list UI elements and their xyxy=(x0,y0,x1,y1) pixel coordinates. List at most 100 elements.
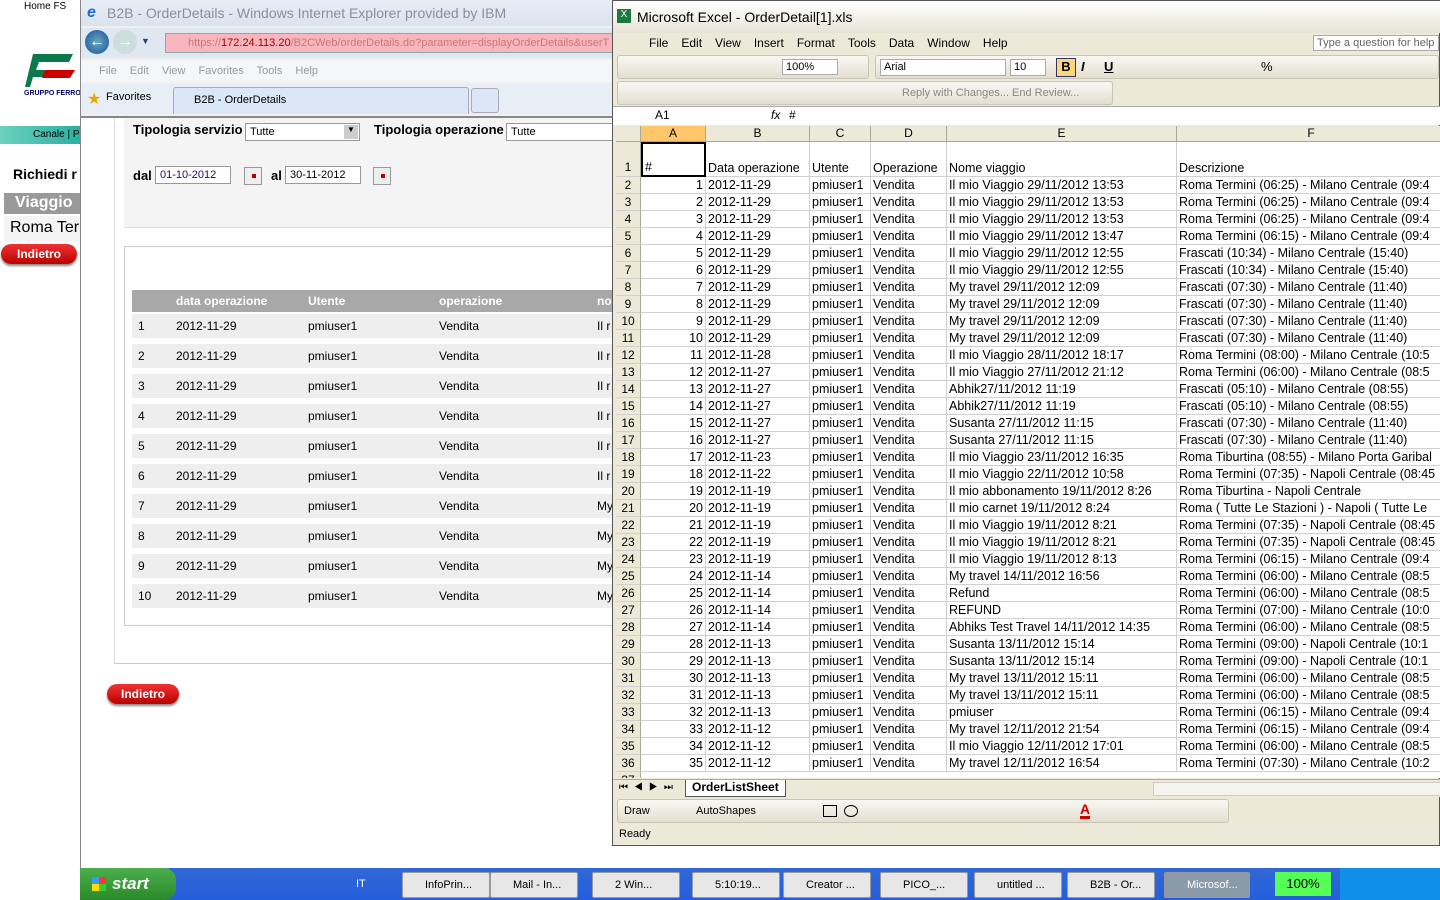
cell[interactable]: 2012-11-29 xyxy=(706,279,810,296)
row-header[interactable]: 19 xyxy=(616,466,641,483)
cell[interactable]: 9 xyxy=(641,313,706,330)
header-cell[interactable]: Nome viaggio xyxy=(947,142,1177,177)
taskbar-item[interactable]: 2 Win... xyxy=(592,872,680,898)
cell[interactable]: 2012-11-29 xyxy=(706,313,810,330)
autoshapes-menu[interactable]: AutoShapes xyxy=(696,805,756,817)
cell[interactable]: Il mio Viaggio 23/11/2012 16:35 xyxy=(947,449,1177,466)
cell[interactable]: Vendita xyxy=(871,432,947,449)
cell[interactable]: Vendita xyxy=(871,500,947,517)
cell[interactable]: pmiuser1 xyxy=(810,721,871,738)
indietro-button[interactable]: Indietro xyxy=(107,684,179,704)
cell[interactable]: 25 xyxy=(641,585,706,602)
cell[interactable]: Vendita xyxy=(871,415,947,432)
header-cell[interactable]: Operazione xyxy=(871,142,947,177)
cell[interactable]: pmiuser1 xyxy=(810,432,871,449)
help-search-input[interactable]: Type a question for help xyxy=(1313,35,1439,51)
indietro-button-bg[interactable]: Indietro xyxy=(1,244,77,264)
cell[interactable]: Roma Termini (06:00) - Milano Centrale (… xyxy=(1177,585,1440,602)
column-header-b[interactable]: B xyxy=(706,126,810,142)
cell[interactable]: pmiuser1 xyxy=(810,500,871,517)
cell[interactable]: 24 xyxy=(641,568,706,585)
cell[interactable]: pmiuser1 xyxy=(810,755,871,772)
row-header[interactable]: 15 xyxy=(616,398,641,415)
bold-button[interactable]: B xyxy=(1056,58,1076,77)
cell[interactable]: Vendita xyxy=(871,313,947,330)
column-header-e[interactable]: E xyxy=(947,126,1177,142)
cell[interactable]: pmiuser1 xyxy=(810,704,871,721)
cell[interactable]: 22 xyxy=(641,534,706,551)
cell[interactable]: 2012-11-19 xyxy=(706,500,810,517)
cell[interactable]: 2012-11-29 xyxy=(706,211,810,228)
history-dropdown-icon[interactable]: ▼ xyxy=(141,36,150,46)
excel-menu-window[interactable]: Window xyxy=(927,36,970,50)
cell[interactable]: Frascati (10:34) - Milano Centrale (15:4… xyxy=(1177,262,1440,279)
cell[interactable]: Vendita xyxy=(871,194,947,211)
taskbar-item[interactable]: Creator ... xyxy=(783,872,871,898)
cell[interactable]: 1 xyxy=(641,177,706,194)
cell[interactable]: Roma Termini (06:00) - Milano Centrale (… xyxy=(1177,568,1440,585)
cell[interactable]: Frascati (07:30) - Milano Centrale (11:4… xyxy=(1177,432,1440,449)
percent-button[interactable]: % xyxy=(1261,59,1273,74)
cell[interactable]: Vendita xyxy=(871,398,947,415)
spreadsheet-grid[interactable]: A B C D E F 1 # Data operazione Utente Operazione N… xyxy=(616,126,1440,778)
cell[interactable]: 2012-11-13 xyxy=(706,636,810,653)
cell[interactable]: pmiuser1 xyxy=(810,687,871,704)
font-select[interactable]: Arial xyxy=(880,59,1006,76)
cell[interactable]: Vendita xyxy=(871,296,947,313)
row-header[interactable]: 29 xyxy=(616,636,641,653)
excel-menu-insert[interactable]: Insert xyxy=(754,36,784,50)
row-header[interactable]: 8 xyxy=(616,279,641,296)
cell[interactable]: 18 xyxy=(641,466,706,483)
cell[interactable]: Vendita xyxy=(871,551,947,568)
cell[interactable]: Roma Termini (09:00) - Napoli Centrale (… xyxy=(1177,636,1440,653)
cell[interactable]: 2012-11-13 xyxy=(706,687,810,704)
cell[interactable]: My travel 29/11/2012 12:09 xyxy=(947,313,1177,330)
table-row[interactable]: 9 2012-11-29 pmiuser1 Vendita My xyxy=(132,554,613,578)
row-header[interactable]: 7 xyxy=(616,262,641,279)
cell[interactable]: Vendita xyxy=(871,619,947,636)
cell[interactable]: Vendita xyxy=(871,228,947,245)
cell[interactable]: 30 xyxy=(641,670,706,687)
cell[interactable]: Roma Termini (06:15) - Milano Centrale (… xyxy=(1177,704,1440,721)
cell[interactable]: My travel 12/11/2012 21:54 xyxy=(947,721,1177,738)
cell[interactable]: 6 xyxy=(641,262,706,279)
cell[interactable]: My travel 13/11/2012 15:11 xyxy=(947,670,1177,687)
row-header[interactable]: 14 xyxy=(616,381,641,398)
table-row[interactable]: 7 2012-11-29 pmiuser1 Vendita My xyxy=(132,494,613,518)
taskbar-item[interactable]: Mail - In... xyxy=(490,872,578,898)
column-header-d[interactable]: D xyxy=(871,126,947,142)
horizontal-scrollbar[interactable] xyxy=(1153,782,1440,796)
cell[interactable]: Roma Termini (07:00) - Milano Centrale (… xyxy=(1177,602,1440,619)
forward-icon[interactable]: → xyxy=(113,30,137,54)
table-row[interactable]: 10 2012-11-29 pmiuser1 Vendita My xyxy=(132,584,613,608)
calendar-icon[interactable] xyxy=(244,167,262,185)
cell[interactable]: Roma Termini (06:00) - Milano Centrale (… xyxy=(1177,364,1440,381)
cell[interactable]: Roma Termini (08:00) - Milano Centrale (… xyxy=(1177,347,1440,364)
cell[interactable]: 2012-11-29 xyxy=(706,194,810,211)
cell[interactable]: pmiuser1 xyxy=(810,279,871,296)
cell[interactable]: Roma Termini (06:15) - Milano Centrale (… xyxy=(1177,721,1440,738)
cell[interactable]: 2012-11-12 xyxy=(706,755,810,772)
cell[interactable]: Il mio Viaggio 19/11/2012 8:21 xyxy=(947,517,1177,534)
zoom-select[interactable]: 100% xyxy=(782,59,838,75)
cell[interactable]: Frascati (10:34) - Milano Centrale (15:4… xyxy=(1177,245,1440,262)
cell[interactable]: Abhik27/11/2012 11:19 xyxy=(947,398,1177,415)
cell[interactable]: Il mio Viaggio 19/11/2012 8:21 xyxy=(947,534,1177,551)
cell[interactable]: 7 xyxy=(641,279,706,296)
operazione-select[interactable]: Tutte xyxy=(506,123,613,141)
review-buttons[interactable]: Reply with Changes... End Review... xyxy=(902,87,1079,99)
cell[interactable]: 2012-11-13 xyxy=(706,670,810,687)
cell[interactable]: 2012-11-27 xyxy=(706,364,810,381)
row-header[interactable]: 35 xyxy=(616,738,641,755)
row-header[interactable]: 13 xyxy=(616,364,641,381)
cell[interactable]: Vendita xyxy=(871,483,947,500)
table-row[interactable]: 4 2012-11-29 pmiuser1 Vendita Il r xyxy=(132,404,613,428)
cell[interactable]: 8 xyxy=(641,296,706,313)
cell[interactable]: pmiuser1 xyxy=(810,313,871,330)
cell[interactable]: pmiuser1 xyxy=(810,296,871,313)
cell[interactable]: 14 xyxy=(641,398,706,415)
excel-menu-help[interactable]: Help xyxy=(983,36,1008,50)
cell[interactable]: pmiuser1 xyxy=(810,228,871,245)
new-tab-button[interactable] xyxy=(471,88,499,113)
row-header[interactable]: 23 xyxy=(616,534,641,551)
